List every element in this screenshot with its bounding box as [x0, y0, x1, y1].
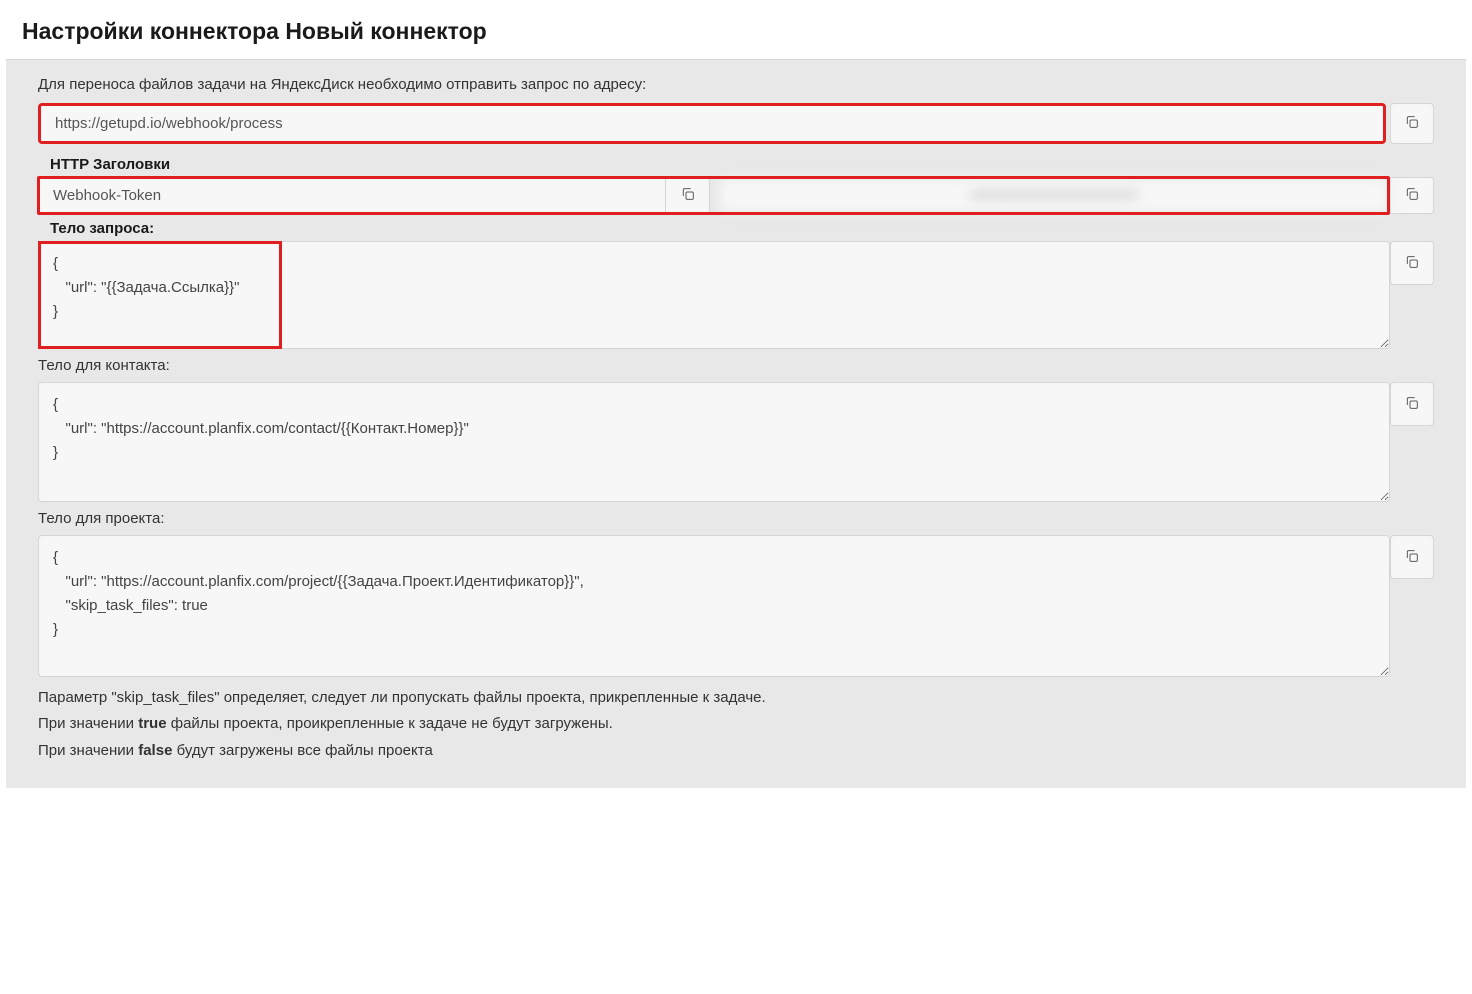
contact-body-row	[38, 382, 1434, 502]
copy-contact-body-button[interactable]	[1390, 382, 1434, 426]
http-headers-label: HTTP Заголовки	[50, 156, 1434, 173]
http-header-row	[38, 177, 1434, 214]
copy-project-body-button[interactable]	[1390, 535, 1434, 579]
copy-url-button[interactable]	[1390, 103, 1434, 144]
webhook-url-input[interactable]	[38, 103, 1386, 144]
page-title: Настройки коннектора Новый коннектор	[22, 18, 1450, 45]
request-body-textarea[interactable]	[38, 241, 1390, 349]
header-name-input[interactable]	[38, 177, 666, 214]
copy-request-body-button[interactable]	[1390, 241, 1434, 285]
project-body-row	[38, 535, 1434, 677]
footer-note: Параметр "skip_task_files" определяет, с…	[38, 685, 1434, 764]
header-value-input[interactable]	[718, 177, 1390, 214]
copy-icon	[1404, 395, 1420, 414]
footer-line-1: Параметр "skip_task_files" определяет, с…	[38, 685, 1434, 711]
copy-icon	[680, 186, 696, 205]
footer-line-2: При значении true файлы проекта, проикре…	[38, 711, 1434, 737]
request-body-row	[38, 241, 1434, 349]
copy-icon	[1404, 548, 1420, 567]
project-body-textarea[interactable]	[38, 535, 1390, 677]
copy-icon	[1404, 186, 1420, 205]
copy-icon	[1404, 254, 1420, 273]
project-body-label: Тело для проекта:	[38, 510, 1434, 527]
footer-line-3: При значении false будут загружены все ф…	[38, 738, 1434, 764]
copy-header-value-button[interactable]	[1390, 177, 1434, 214]
request-body-label: Тело запроса:	[50, 220, 1434, 237]
intro-text: Для переноса файлов задачи на ЯндексДиск…	[38, 76, 1434, 93]
contact-body-textarea[interactable]	[38, 382, 1390, 502]
copy-header-name-button[interactable]	[666, 177, 710, 214]
copy-icon	[1404, 114, 1420, 133]
contact-body-label: Тело для контакта:	[38, 357, 1434, 374]
settings-panel: Для переноса файлов задачи на ЯндексДиск…	[6, 59, 1466, 788]
